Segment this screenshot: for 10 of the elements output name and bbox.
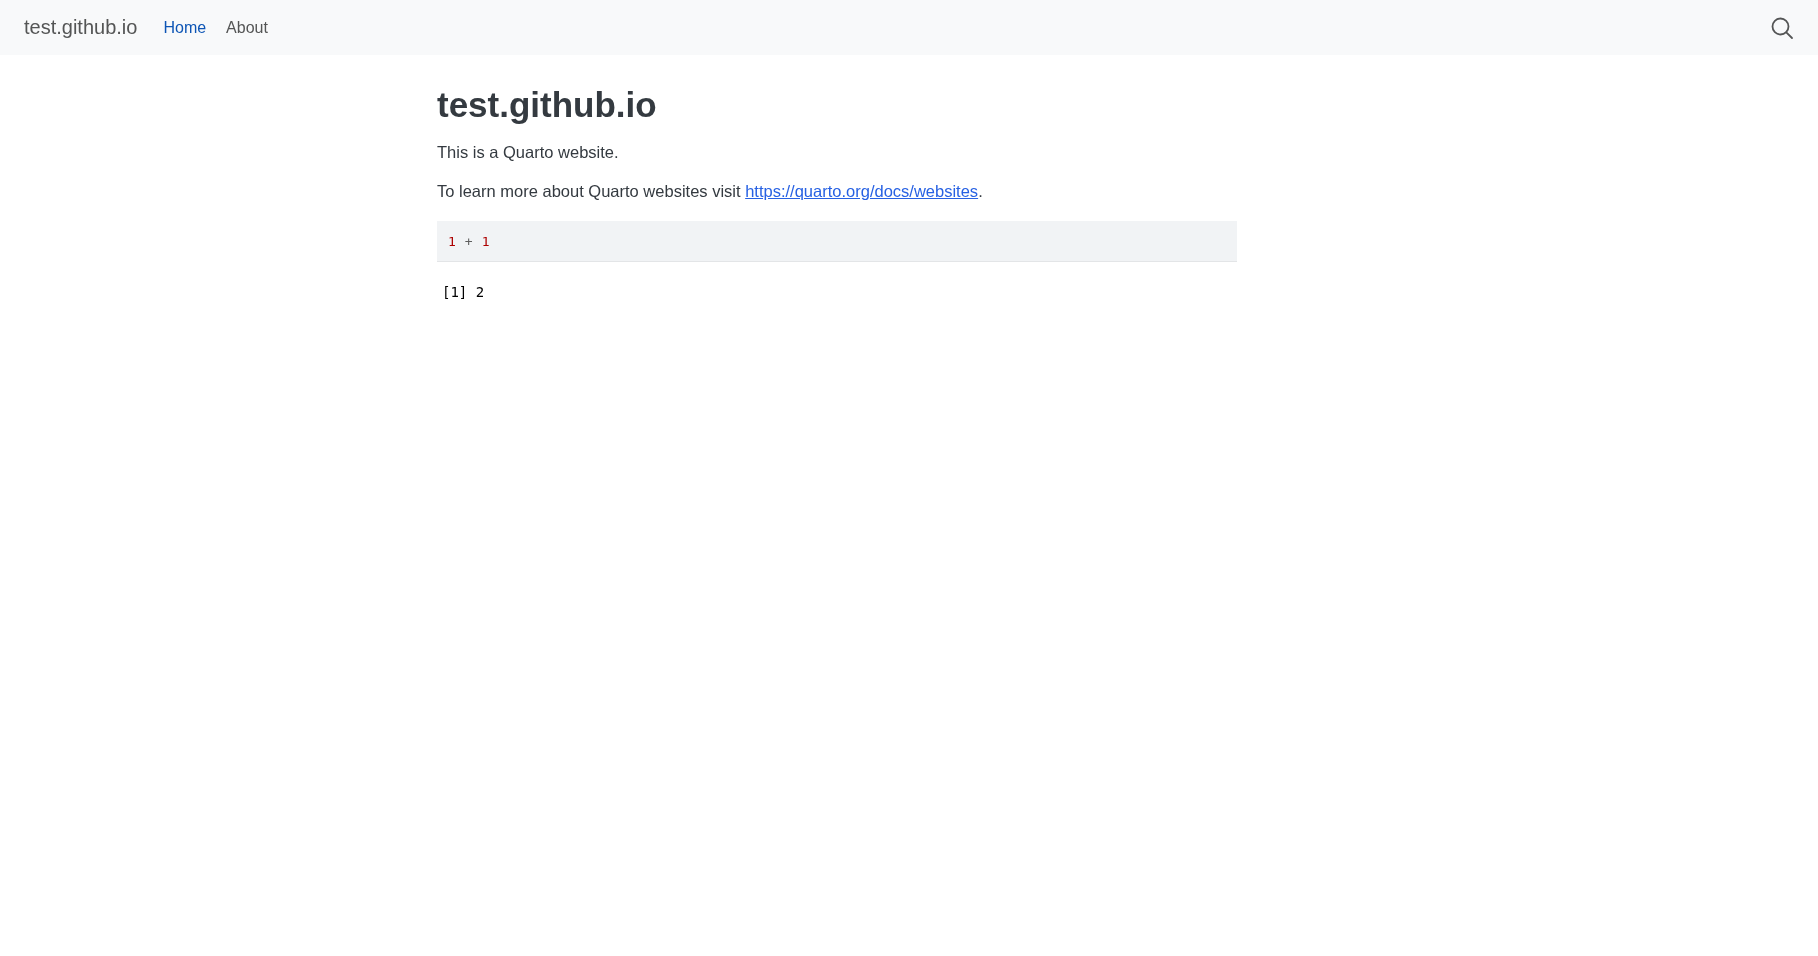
page-title: test.github.io [437, 85, 658, 125]
search-icon[interactable] [1770, 15, 1794, 40]
site-title-link[interactable]: test.github.io [24, 16, 138, 39]
nav-link[interactable]: Home [163, 18, 207, 37]
paragraph: This is a Quarto website. [437, 143, 620, 162]
paragraph: To learn more about Quarto websites visit https://quarto.org/docs/websites. [437, 182, 984, 201]
docs-link[interactable]: https://quarto.org/docs/websites [745, 182, 979, 200]
code-block: 1 + 1 [437, 221, 1237, 262]
nav-link[interactable]: About [226, 18, 268, 37]
code-output: [1] 2 [442, 284, 486, 300]
